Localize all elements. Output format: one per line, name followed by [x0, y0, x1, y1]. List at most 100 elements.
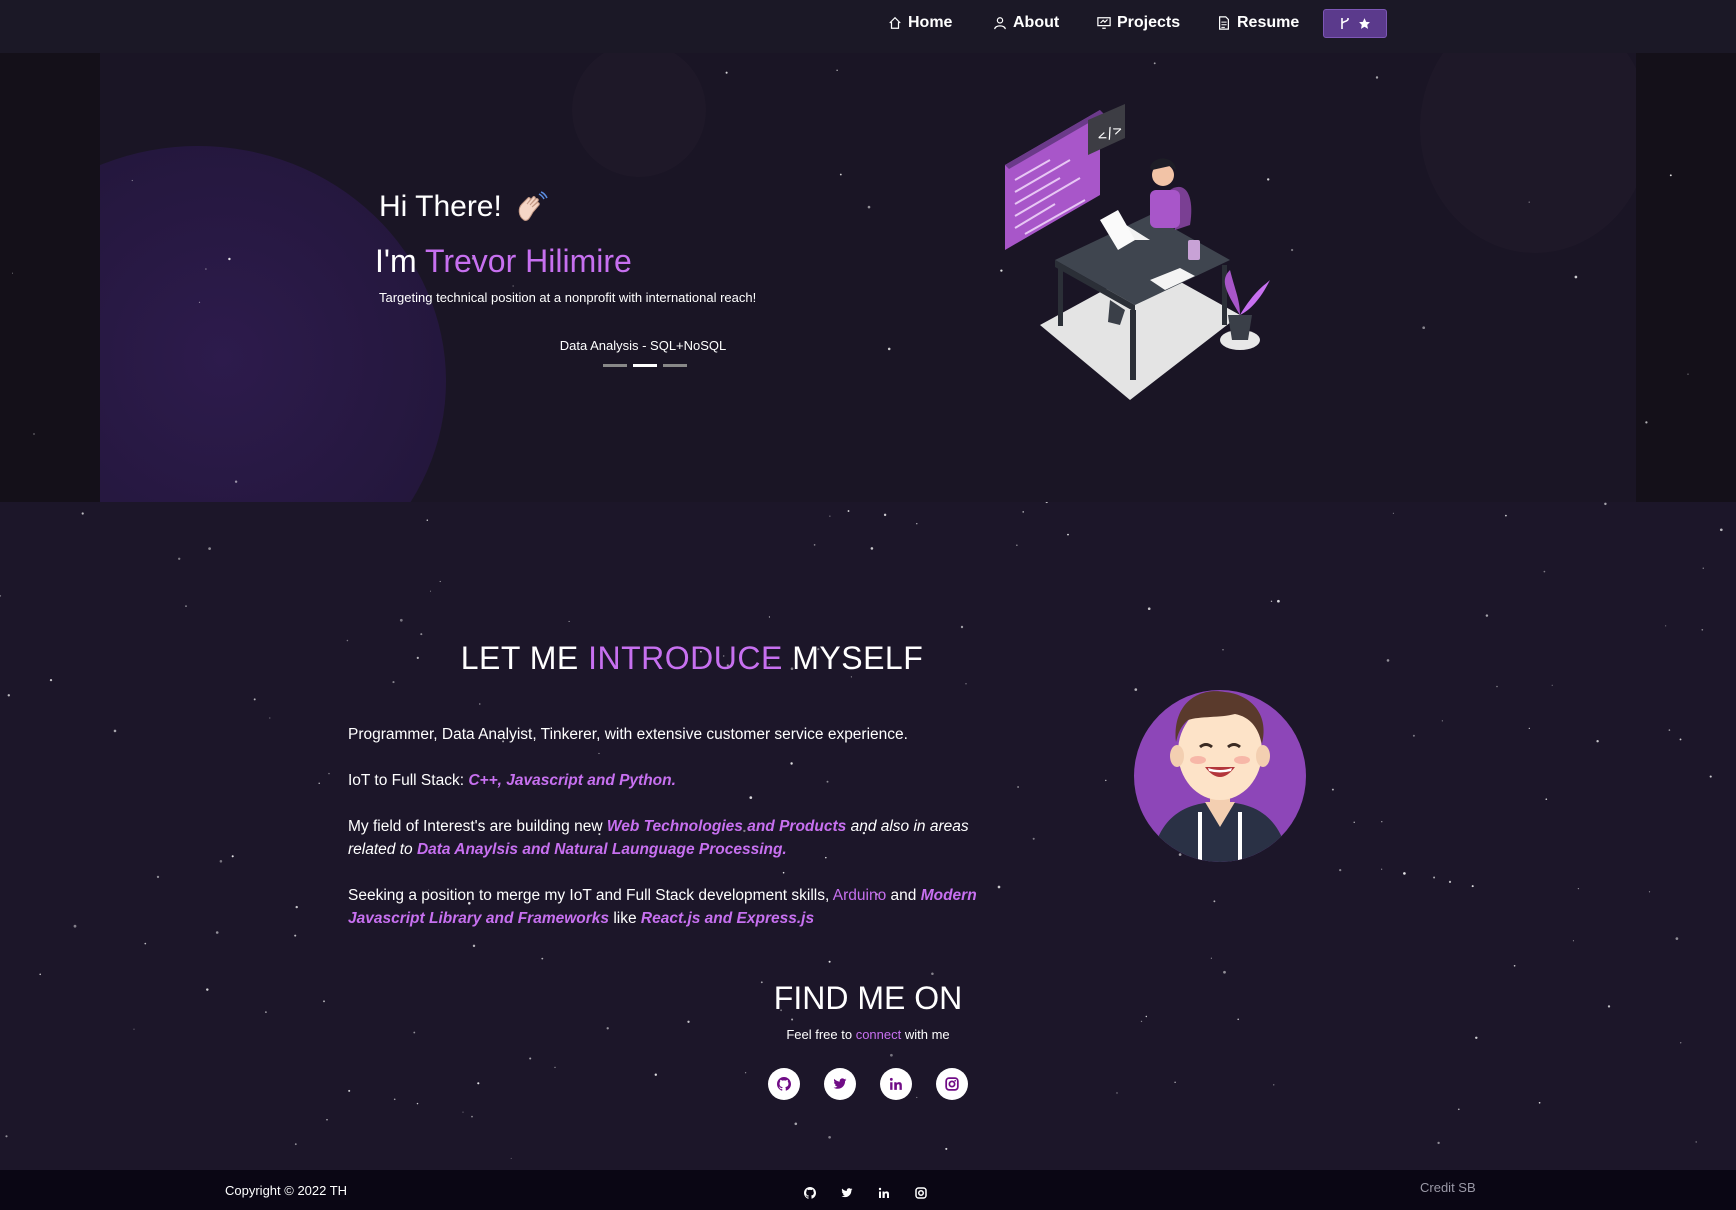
copyright-text: Copyright © 2022 TH — [225, 1183, 348, 1198]
about-title-part2: MYSELF — [792, 640, 924, 676]
star — [1277, 599, 1280, 603]
find-me-text: with me — [901, 1027, 950, 1042]
star — [883, 513, 887, 517]
star — [219, 860, 223, 863]
star — [1596, 739, 1599, 743]
carousel-dot[interactable] — [663, 364, 687, 367]
nav-home[interactable]: Home — [888, 12, 952, 34]
twitter-link[interactable] — [824, 1068, 856, 1100]
star — [399, 618, 403, 622]
star — [426, 519, 429, 521]
star — [156, 875, 160, 879]
github-link[interactable] — [768, 1068, 800, 1100]
star — [541, 957, 544, 960]
instagram-link[interactable] — [936, 1068, 968, 1100]
document-icon — [1219, 16, 1229, 30]
star — [393, 1098, 396, 1101]
navbar: Home About Projects Resume — [0, 0, 1736, 53]
star — [529, 1057, 532, 1060]
star — [1471, 885, 1474, 888]
footer-linkedin-link[interactable] — [878, 1187, 890, 1199]
star — [1505, 514, 1507, 517]
footer-github-link[interactable] — [804, 1187, 816, 1199]
star — [1513, 964, 1516, 967]
star — [1147, 607, 1151, 611]
star — [477, 1082, 480, 1085]
star — [113, 729, 117, 733]
hero-section — [0, 53, 1736, 502]
github-fork-button[interactable] — [1323, 9, 1387, 38]
star — [1223, 970, 1226, 974]
star — [1665, 625, 1667, 627]
star — [1116, 1092, 1118, 1094]
star — [392, 681, 395, 684]
star — [931, 972, 934, 976]
about-highlight: Arduino — [832, 887, 887, 904]
connect-link[interactable]: connect — [856, 1027, 902, 1042]
star — [847, 510, 850, 512]
nav-about[interactable]: About — [993, 12, 1059, 34]
star — [916, 523, 918, 525]
hero-tagline: Targeting technical position at a nonpro… — [379, 290, 757, 305]
star — [945, 1147, 948, 1150]
nav-resume-label: Resume — [1237, 14, 1300, 31]
star — [1719, 528, 1723, 532]
nav-about-label: About — [1013, 14, 1060, 31]
star — [178, 557, 181, 560]
star — [1668, 729, 1671, 731]
star — [1709, 775, 1712, 778]
linkedin-link[interactable] — [880, 1068, 912, 1100]
nav-projects[interactable]: Projects — [1097, 12, 1180, 34]
star — [318, 782, 320, 785]
nav-resume[interactable]: Resume — [1217, 12, 1299, 34]
footer-instagram-link[interactable] — [915, 1187, 927, 1199]
about-text: My field of Interest's are building new — [348, 818, 607, 835]
about-paragraph: IoT to Full Stack: C++, Javascript and P… — [348, 769, 1008, 792]
star — [654, 1073, 657, 1076]
hero-greeting-text: Hi There! — [379, 190, 502, 223]
star — [1270, 600, 1273, 603]
star — [208, 547, 211, 550]
star — [429, 590, 432, 592]
star — [1273, 1084, 1275, 1086]
nav-home-label: Home — [908, 14, 953, 31]
star — [1457, 1108, 1460, 1111]
star — [1140, 1020, 1143, 1023]
about-paragraph: Programmer, Data Analyist, Tinkerer, wit… — [348, 726, 908, 743]
star — [828, 960, 831, 963]
linkedin-icon — [878, 1187, 889, 1198]
hero-greeting: Hi There! — [379, 190, 548, 224]
star — [1331, 788, 1334, 791]
footer-twitter-link[interactable] — [841, 1187, 853, 1199]
star — [215, 931, 219, 934]
carousel-dot[interactable] — [603, 364, 627, 367]
star — [269, 717, 271, 719]
star — [1675, 937, 1679, 940]
user-icon — [994, 17, 1006, 30]
star — [1386, 659, 1390, 662]
hero-panel — [100, 53, 1636, 502]
find-me-title: FIND ME ON — [773, 980, 963, 1016]
carousel-indicators — [603, 364, 687, 367]
about-highlight: React.js and Express.js — [640, 910, 815, 927]
star — [828, 1135, 831, 1139]
star — [829, 515, 831, 517]
star — [1543, 570, 1546, 573]
about-body: Programmer, Data Analyist, Tinkerer, wit… — [348, 723, 1008, 953]
github-icon — [804, 1187, 816, 1199]
star — [510, 1157, 512, 1159]
about-text: Seeking a position to merge my IoT and F… — [348, 887, 833, 904]
about-paragraph: Seeking a position to merge my IoT and F… — [348, 884, 1008, 930]
about-title-part1: LET ME — [460, 640, 579, 676]
star — [144, 942, 147, 945]
about-text: IoT to Full Stack: — [348, 772, 469, 789]
star — [81, 512, 84, 515]
social-links — [768, 1068, 968, 1100]
carousel-dot[interactable] — [633, 364, 657, 367]
star — [554, 1066, 556, 1069]
star — [253, 698, 256, 701]
waving-hand-icon — [518, 191, 548, 221]
star — [295, 905, 298, 909]
star — [568, 620, 570, 622]
star — [1032, 837, 1035, 840]
